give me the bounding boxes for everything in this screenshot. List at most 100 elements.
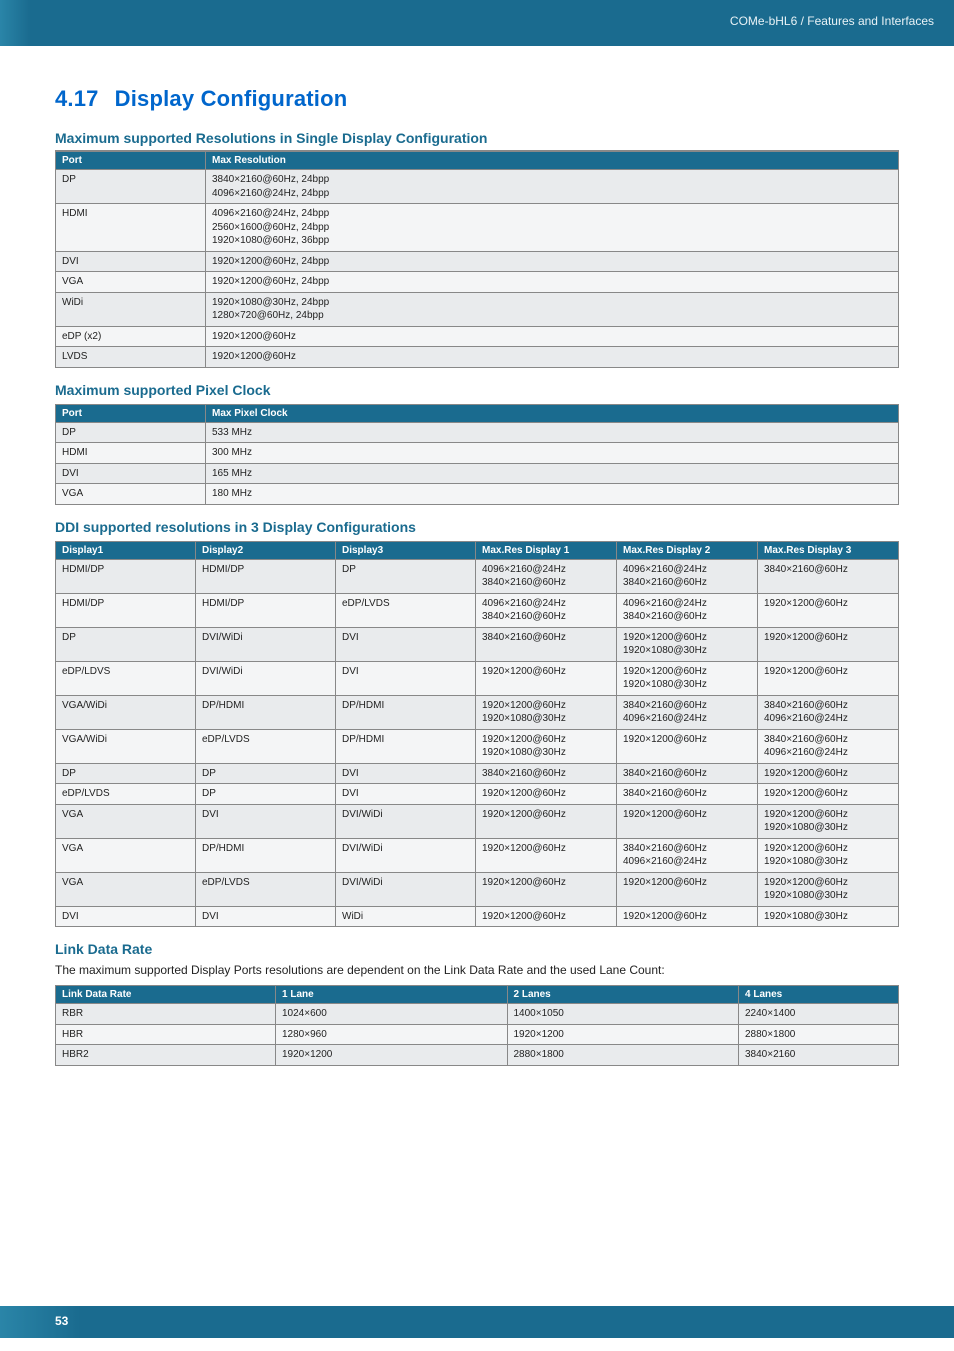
table-cell: DVI [336, 784, 476, 805]
section-text: Display Configuration [115, 86, 348, 111]
table-cell: 1920×1200@60Hz [758, 593, 899, 627]
col-4-lanes: 4 Lanes [739, 986, 899, 1004]
table-cell: DVI [336, 627, 476, 661]
table-cell: DP/HDMI [336, 695, 476, 729]
table-row: HDMI4096×2160@24Hz, 24bpp2560×1600@60Hz,… [56, 204, 899, 252]
table-cell: 3840×2160@60Hz, 24bpp4096×2160@24Hz, 24b… [206, 170, 899, 204]
table-cell: 300 MHz [206, 443, 899, 464]
heading-pixel-clock: Maximum supported Pixel Clock [55, 382, 899, 398]
table-link-data-rate: Link Data Rate 1 Lane 2 Lanes 4 Lanes RB… [55, 985, 899, 1066]
table-cell: 1920×1200@60Hz [476, 804, 617, 838]
table-cell: DVI/WiDi [336, 872, 476, 906]
table-cell: DP [56, 627, 196, 661]
table-cell: 4096×2160@24Hz3840×2160@60Hz [476, 593, 617, 627]
table-row: VGA/WiDieDP/LVDSDP/HDMI1920×1200@60Hz192… [56, 729, 899, 763]
table-cell: 1920×1200@60Hz [476, 872, 617, 906]
table-cell: 3840×2160 [739, 1045, 899, 1066]
col-maxres1: Max.Res Display 1 [476, 541, 617, 559]
table-cell: DVI/WiDi [336, 838, 476, 872]
table-pixel-clock: Port Max Pixel Clock DP533 MHzHDMI300 MH… [55, 404, 899, 505]
table-cell: HDMI/DP [56, 559, 196, 593]
table-cell: 1024×600 [276, 1004, 508, 1025]
table-cell: DVI [336, 763, 476, 784]
table-cell: 3840×2160@60Hz4096×2160@24Hz [617, 838, 758, 872]
table-cell: 1920×1200 [276, 1045, 508, 1066]
table-cell: DVI/WiDi [336, 804, 476, 838]
table-cell: 180 MHz [206, 484, 899, 505]
col-maxres2: Max.Res Display 2 [617, 541, 758, 559]
table-cell: HDMI/DP [196, 559, 336, 593]
table-cell: HBR2 [56, 1045, 276, 1066]
table-ddi: Display1 Display2 Display3 Max.Res Displ… [55, 541, 899, 928]
col-max-pixel-clock: Max Pixel Clock [206, 404, 899, 422]
page-title: 4.17 Display Configuration [55, 86, 899, 112]
table-row: VGADVIDVI/WiDi1920×1200@60Hz1920×1200@60… [56, 804, 899, 838]
table-cell: 3840×2160@60Hz4096×2160@24Hz [758, 729, 899, 763]
table-cell: VGA [56, 838, 196, 872]
table-cell: DP [336, 559, 476, 593]
table-row: DVIDVIWiDi1920×1200@60Hz1920×1200@60Hz19… [56, 906, 899, 927]
table-cell: 1920×1200@60Hz [758, 784, 899, 805]
table-cell: eDP/LVDS [196, 872, 336, 906]
table-row: HDMI/DPHDMI/DPeDP/LVDS4096×2160@24Hz3840… [56, 593, 899, 627]
table-cell: 1280×960 [276, 1024, 508, 1045]
table-row: DPDPDVI3840×2160@60Hz3840×2160@60Hz1920×… [56, 763, 899, 784]
table-cell: 4096×2160@24Hz, 24bpp2560×1600@60Hz, 24b… [206, 204, 899, 252]
table-cell: DVI/WiDi [196, 661, 336, 695]
table-cell: 1920×1200@60Hz [758, 627, 899, 661]
col-display2: Display2 [196, 541, 336, 559]
table-cell: DP/HDMI [336, 729, 476, 763]
table-cell: VGA [56, 272, 206, 293]
table-cell: 1920×1200@60Hz [476, 838, 617, 872]
col-link-data-rate: Link Data Rate [56, 986, 276, 1004]
table-row: WiDi1920×1080@30Hz, 24bpp1280×720@60Hz, … [56, 292, 899, 326]
table-cell: DVI [56, 906, 196, 927]
table-cell: DVI [56, 251, 206, 272]
table-cell: VGA/WiDi [56, 695, 196, 729]
table-cell: eDP/LVDS [336, 593, 476, 627]
col-display3: Display3 [336, 541, 476, 559]
page-content: 4.17 Display Configuration Maximum suppor… [0, 46, 954, 1086]
table-cell: 1920×1200@60Hz1920×1080@30Hz [617, 627, 758, 661]
table-cell: 1920×1200@60Hz, 24bpp [206, 251, 899, 272]
table-cell: 3840×2160@60Hz [758, 559, 899, 593]
table-row: eDP (x2)1920×1200@60Hz [56, 326, 899, 347]
table-cell: VGA [56, 804, 196, 838]
table-cell: 1400×1050 [507, 1004, 739, 1025]
header-accent [0, 0, 30, 46]
table-row: LVDS1920×1200@60Hz [56, 347, 899, 368]
table-cell: 1920×1200 [507, 1024, 739, 1045]
table-row: HDMI300 MHz [56, 443, 899, 464]
table-cell: 3840×2160@60Hz [617, 784, 758, 805]
table-row: DP3840×2160@60Hz, 24bpp4096×2160@24Hz, 2… [56, 170, 899, 204]
table-row: VGADP/HDMIDVI/WiDi1920×1200@60Hz3840×216… [56, 838, 899, 872]
table-cell: 1920×1200@60Hz [617, 872, 758, 906]
table-cell: 1920×1200@60Hz1920×1080@30Hz [476, 729, 617, 763]
table-cell: HDMI [56, 443, 206, 464]
link-rate-intro: The maximum supported Display Ports reso… [55, 963, 899, 977]
footer-bar [0, 1306, 954, 1338]
table-cell: 1920×1200@60Hz [476, 661, 617, 695]
table-cell: DVI [196, 804, 336, 838]
table-cell: 1920×1200@60Hz [758, 763, 899, 784]
table-cell: 2240×1400 [739, 1004, 899, 1025]
table-max-resolutions: Port Max Resolution DP3840×2160@60Hz, 24… [55, 151, 899, 368]
heading-ddi: DDI supported resolutions in 3 Display C… [55, 519, 899, 535]
table-row: DP533 MHz [56, 422, 899, 443]
table-cell: HDMI/DP [56, 593, 196, 627]
table-cell: 1920×1200@60Hz, 24bpp [206, 272, 899, 293]
table-cell: 3840×2160@60Hz4096×2160@24Hz [758, 695, 899, 729]
section-number: 4.17 [55, 86, 99, 111]
table-cell: WiDi [336, 906, 476, 927]
table-row: VGA180 MHz [56, 484, 899, 505]
table-cell: DVI [56, 463, 206, 484]
table-cell: HBR [56, 1024, 276, 1045]
table-row: DVI165 MHz [56, 463, 899, 484]
table-cell: HDMI/DP [196, 593, 336, 627]
table-cell: 3840×2160@60Hz [476, 763, 617, 784]
table-row: eDP/LDVSDVI/WiDiDVI1920×1200@60Hz1920×12… [56, 661, 899, 695]
table-row: HBR1280×9601920×12002880×1800 [56, 1024, 899, 1045]
table-cell: 4096×2160@24Hz3840×2160@60Hz [617, 559, 758, 593]
table-cell: VGA [56, 872, 196, 906]
table-cell: 1920×1080@30Hz, 24bpp1280×720@60Hz, 24bp… [206, 292, 899, 326]
